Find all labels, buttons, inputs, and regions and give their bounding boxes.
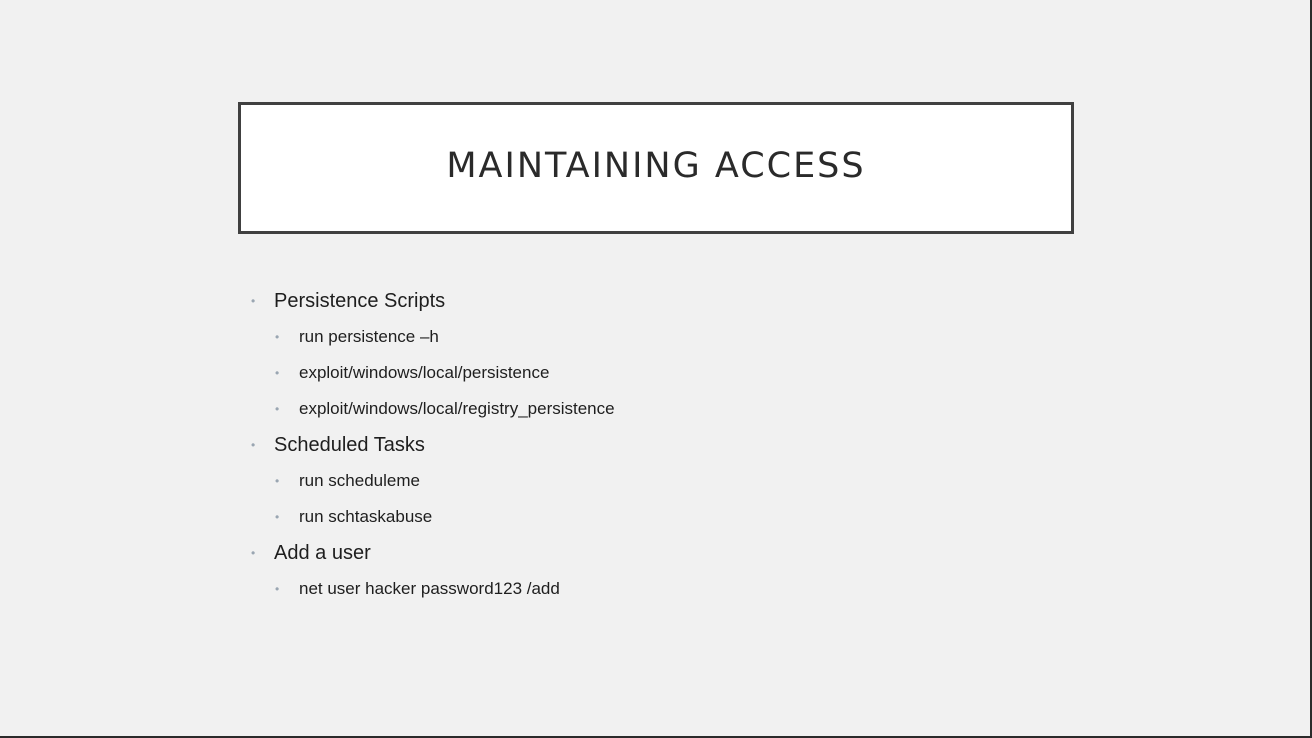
- bullet-icon: •: [275, 474, 280, 488]
- slide: MAINTAINING ACCESS • Persistence Scripts…: [0, 0, 1312, 738]
- bullet-item-scheduled-tasks: • Scheduled Tasks: [248, 427, 1048, 463]
- bullet-label: Add a user: [274, 542, 371, 564]
- sub-bullet-item: • run schtaskabuse: [248, 499, 1048, 535]
- bullet-icon: •: [251, 546, 256, 560]
- bullet-icon: •: [275, 510, 280, 524]
- bullet-item-persistence-scripts: • Persistence Scripts: [248, 283, 1048, 319]
- sub-bullet-item: • net user hacker password123 /add: [248, 571, 1048, 607]
- sub-bullet-label: run schtaskabuse: [299, 507, 433, 526]
- bullet-icon: •: [275, 330, 280, 344]
- bullet-icon: •: [251, 294, 256, 308]
- slide-title: MAINTAINING ACCESS: [446, 146, 866, 186]
- sub-bullet-label: run scheduleme: [299, 471, 420, 490]
- sub-bullet-label: exploit/windows/local/persistence: [299, 363, 550, 382]
- bullet-list: • Persistence Scripts • run persistence …: [248, 283, 1048, 607]
- bullet-label: Scheduled Tasks: [274, 434, 425, 456]
- bullet-item-add-a-user: • Add a user: [248, 535, 1048, 571]
- bullet-label: Persistence Scripts: [274, 290, 446, 312]
- sub-bullet-label: run persistence –h: [299, 327, 439, 346]
- bullet-icon: •: [251, 438, 256, 452]
- sub-bullet-item: • run persistence –h: [248, 319, 1048, 355]
- sub-bullet-item: • exploit/windows/local/registry_persist…: [248, 391, 1048, 427]
- bullet-icon: •: [275, 582, 280, 596]
- title-box: MAINTAINING ACCESS: [238, 102, 1074, 234]
- sub-bullet-item: • exploit/windows/local/persistence: [248, 355, 1048, 391]
- bullet-icon: •: [275, 366, 280, 380]
- bullet-icon: •: [275, 402, 280, 416]
- sub-bullet-item: • run scheduleme: [248, 463, 1048, 499]
- sub-bullet-label: exploit/windows/local/registry_persisten…: [299, 399, 615, 418]
- sub-bullet-label: net user hacker password123 /add: [299, 579, 560, 598]
